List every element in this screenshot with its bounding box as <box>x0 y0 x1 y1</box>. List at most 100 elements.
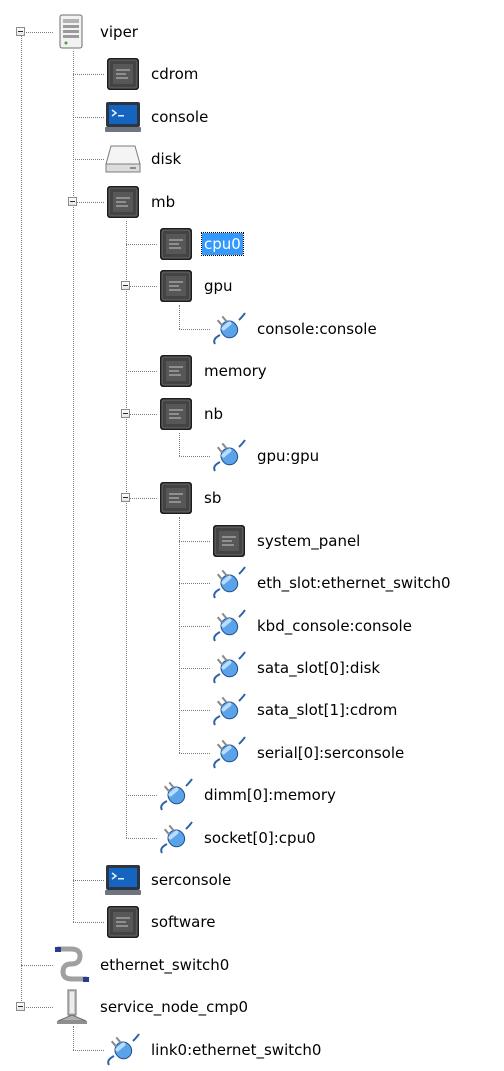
collapse-toggle[interactable] <box>121 493 130 503</box>
tree-node-label: console <box>151 107 209 126</box>
tree-node-serial-0-serconsole[interactable]: serial[0]:serconsole <box>210 734 406 772</box>
tree-line <box>21 32 22 1008</box>
tree-node-system-panel[interactable]: system_panel <box>210 522 362 560</box>
tree-line <box>126 413 157 415</box>
tree-line <box>21 1007 53 1009</box>
tree-line <box>73 116 104 118</box>
tree-node-label: link0:ethernet_switch0 <box>151 1040 322 1059</box>
tree-node-label: ethernet_switch0 <box>100 955 230 974</box>
tree-line <box>179 710 210 712</box>
connector-icon <box>210 310 248 348</box>
tree-node-disk[interactable]: disk <box>104 140 183 178</box>
tree-line <box>73 922 104 924</box>
collapse-toggle[interactable] <box>68 196 77 206</box>
tree-node-label: serconsole <box>151 871 232 889</box>
tree-node-label: sata_slot[1]:cdrom <box>257 701 398 720</box>
connector-icon <box>157 819 195 857</box>
cable-icon <box>53 946 91 984</box>
tree-node-ethernet-switch0[interactable]: ethernet_switch0 <box>53 946 231 984</box>
tree-node-kbd-console-console[interactable]: kbd_console:console <box>210 607 414 645</box>
server-icon <box>53 13 91 51</box>
tree-node-label: software <box>151 913 216 932</box>
tree-node-label: mb <box>151 192 176 211</box>
tree-node-service-node-cmp0[interactable]: service_node_cmp0 <box>53 988 250 1026</box>
collapse-toggle[interactable] <box>16 27 25 36</box>
tree-node-sata-slot-0-disk[interactable]: sata_slot[0]:disk <box>210 649 382 687</box>
tree-node-console[interactable]: console <box>104 98 210 136</box>
tree-line <box>73 1049 104 1051</box>
chip-icon <box>104 55 142 93</box>
tree-line <box>179 517 180 753</box>
tree-node-cdrom[interactable]: cdrom <box>104 55 200 93</box>
tree-node-label: eth_slot:ethernet_switch0 <box>257 574 451 593</box>
tree-node-viper[interactable]: viper <box>53 13 140 51</box>
tree-line <box>126 286 157 288</box>
component-tree[interactable]: viper cdrom console disk mb cpu0 gpu console:co… <box>0 0 504 1071</box>
connector-icon <box>157 776 195 814</box>
tree-node-label: sata_slot[0]:disk <box>257 659 381 677</box>
tree-line <box>73 1026 74 1050</box>
tree-node-label: serial[0]:serconsole <box>257 743 405 762</box>
tree-line <box>126 220 127 838</box>
tree-node-cpu0[interactable]: cpu0 <box>157 225 244 263</box>
tree-line <box>73 74 104 76</box>
service-node-icon <box>53 988 91 1026</box>
tree-node-label: gpu:gpu <box>257 447 320 465</box>
tree-node-label: socket[0]:cpu0 <box>204 828 316 847</box>
tree-node-sata-slot-1-cdrom[interactable]: sata_slot[1]:cdrom <box>210 691 399 729</box>
tree-line <box>21 964 53 966</box>
tree-node-label: disk <box>151 150 182 169</box>
tree-node-console-console[interactable]: console:console <box>210 310 379 348</box>
tree-node-label: sb <box>204 489 222 508</box>
tree-node-label: console:console <box>257 319 377 338</box>
chip-icon <box>157 395 195 433</box>
tree-node-socket-0-cpu0[interactable]: socket[0]:cpu0 <box>157 819 318 857</box>
tree-node-label: kbd_console:console <box>257 616 412 635</box>
tree-node-serconsole[interactable]: serconsole <box>104 861 233 899</box>
tree-line <box>126 498 157 500</box>
chip-icon <box>157 267 195 305</box>
tree-line <box>179 328 210 330</box>
chip-icon <box>157 352 195 390</box>
tree-node-nb[interactable]: nb <box>157 395 225 433</box>
tree-line <box>179 752 210 754</box>
tree-node-label: service_node_cmp0 <box>100 998 249 1017</box>
tree-node-software[interactable]: software <box>104 903 217 941</box>
tree-line <box>179 456 210 457</box>
collapse-toggle[interactable] <box>16 1002 25 1012</box>
chip-icon <box>104 183 142 221</box>
tree-line <box>126 371 157 373</box>
tree-line <box>73 201 104 203</box>
tree-node-mb[interactable]: mb <box>104 183 177 221</box>
tree-line <box>21 32 53 33</box>
tree-node-gpu[interactable]: gpu <box>157 267 235 305</box>
collapse-toggle[interactable] <box>121 408 130 418</box>
tree-node-label: cpu0 <box>201 232 244 256</box>
chip-icon <box>157 479 195 517</box>
tree-line <box>126 795 157 797</box>
connector-icon <box>210 607 248 645</box>
tree-node-gpu-gpu[interactable]: gpu:gpu <box>210 437 321 475</box>
tree-node-label: dimm[0]:memory <box>204 786 336 805</box>
tree-line <box>179 625 210 627</box>
tree-node-eth-slot-ethernet-switch0[interactable]: eth_slot:ethernet_switch0 <box>210 564 453 602</box>
collapse-toggle[interactable] <box>121 281 130 291</box>
tree-line <box>179 305 180 329</box>
tree-line <box>126 837 157 839</box>
tree-node-label: system_panel <box>257 531 361 550</box>
tree-line <box>179 668 210 669</box>
monitor-icon <box>104 861 142 899</box>
chip-icon <box>104 903 142 941</box>
tree-node-dimm-0-memory[interactable]: dimm[0]:memory <box>157 776 338 814</box>
tree-node-sb[interactable]: sb <box>157 479 223 517</box>
tree-node-link0-ethernet-switch0[interactable]: link0:ethernet_switch0 <box>104 1031 323 1069</box>
tree-node-label: gpu <box>204 277 233 296</box>
monitor-icon <box>104 98 142 136</box>
connector-icon <box>210 734 248 772</box>
disk-drive-icon <box>104 140 142 178</box>
tree-node-label: viper <box>100 23 138 41</box>
tree-node-label: cdrom <box>151 65 199 84</box>
tree-node-memory[interactable]: memory <box>157 352 269 390</box>
tree-line <box>179 583 210 585</box>
tree-node-label: memory <box>204 362 267 381</box>
